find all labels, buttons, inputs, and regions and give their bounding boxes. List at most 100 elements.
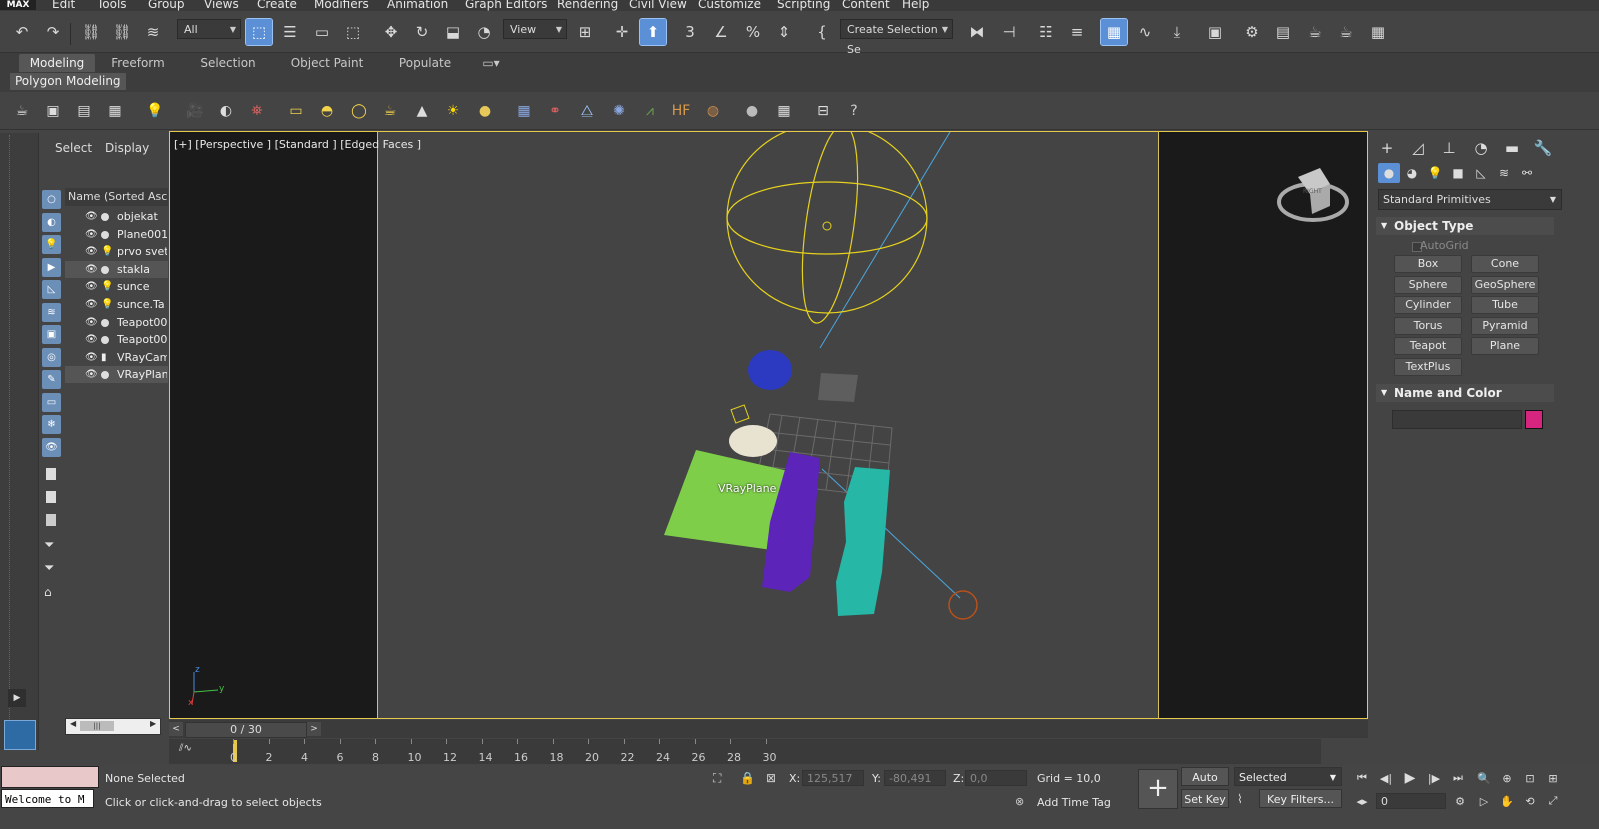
list-item[interactable]: 👁 objekat — [65, 208, 168, 225]
plane-button[interactable]: Plane — [1471, 337, 1539, 355]
viewport-layout-icon[interactable] — [4, 720, 36, 750]
lights-category-icon[interactable]: 💡 — [1424, 163, 1446, 183]
mirror-icon[interactable]: ⧓ — [964, 19, 990, 45]
set-key-big-icon[interactable]: + — [1138, 769, 1178, 809]
ribbon-options-icon[interactable]: ▭▾ — [476, 54, 506, 72]
time-tag-icon[interactable]: ⊗ — [1015, 795, 1024, 808]
tab-display[interactable]: Display — [105, 141, 149, 155]
cylinder-button[interactable]: Cylinder — [1394, 296, 1462, 314]
table-icon[interactable]: ▦ — [104, 100, 126, 122]
previous-frame-icon[interactable]: < — [169, 722, 183, 736]
list-view-icon[interactable] — [46, 514, 56, 526]
reference-coordinate-dropdown[interactable]: View ▼ — [503, 19, 567, 39]
filter-spacewarps-icon[interactable]: ≋ — [42, 303, 61, 322]
menu-views[interactable]: Views — [204, 0, 239, 11]
list-item[interactable]: 👁 stakla — [65, 261, 168, 278]
absolute-mode-icon[interactable]: ⊠ — [766, 771, 776, 785]
pivot-center-icon[interactable]: ⊞ — [572, 19, 598, 45]
material-editor-icon[interactable]: ▣ — [1202, 19, 1228, 45]
sun-icon[interactable]: ☀ — [442, 100, 464, 122]
curve-editor-mini-icon[interactable]: ⫽∿ — [179, 743, 192, 754]
maximize-viewport-icon[interactable]: ⤢ — [1543, 792, 1563, 810]
ribbon-toggle-icon[interactable]: ▦ — [1100, 18, 1128, 46]
pyramid-button[interactable]: Pyramid — [1471, 317, 1539, 335]
bind-spacewarp-icon[interactable]: ≋ — [140, 19, 166, 45]
list-item[interactable]: 👁 VRayPlan — [65, 366, 168, 383]
tab-object-paint[interactable]: Object Paint — [284, 54, 370, 72]
zoom-all-icon[interactable]: ⊕ — [1497, 769, 1517, 787]
align-icon[interactable]: ⊣ — [996, 19, 1022, 45]
cameras-category-icon[interactable]: ■ — [1447, 163, 1469, 183]
grass-icon[interactable]: ⩘ — [639, 100, 661, 122]
filter-containers-icon[interactable]: ▭ — [42, 393, 61, 412]
geometry-category-icon[interactable]: ● — [1378, 163, 1400, 183]
decal-icon[interactable]: ◍ — [702, 100, 724, 122]
list-item[interactable]: 👁 💡 prvo svet — [65, 243, 168, 260]
rectangular-selection-icon[interactable]: ▭ — [309, 19, 335, 45]
layer-explorer-icon[interactable]: ≡ — [1064, 19, 1090, 45]
teapot-button[interactable]: Teapot — [1394, 337, 1462, 355]
menu-tools[interactable]: Tools — [97, 0, 127, 11]
select-manipulate-icon[interactable]: ✛ — [609, 19, 635, 45]
time-slider[interactable]: < 0 / 30 > — [169, 720, 1368, 738]
filter-helpers-icon[interactable]: ◺ — [42, 280, 61, 299]
funnel-icon[interactable]: ⏷ — [44, 561, 54, 576]
current-frame-field[interactable]: 0 — [1376, 793, 1446, 809]
list-item[interactable]: 👁 Teapot00 — [65, 314, 168, 331]
field-of-view-icon[interactable]: ▷ — [1474, 792, 1494, 810]
sphere-light-icon[interactable]: ◯ — [348, 100, 370, 122]
auto-key-button[interactable]: Auto Key — [1181, 767, 1229, 803]
named-selection-dropdown[interactable]: Create Selection Se ▼ — [840, 19, 953, 56]
tube-button[interactable]: Tube — [1471, 296, 1539, 314]
isolate-selection-icon[interactable]: ⛶ — [713, 771, 721, 786]
zoom-extents-all-icon[interactable]: ⊞ — [1543, 769, 1563, 787]
object-category-dropdown[interactable]: Standard Primitives ▼ — [1378, 189, 1562, 210]
schematic-view-icon[interactable]: ⤓ — [1164, 19, 1190, 45]
key-filters-button[interactable]: Key Filters... — [1259, 789, 1342, 808]
horizontal-scrollbar[interactable]: ◀ ||| ▶ — [65, 718, 161, 735]
object-color-swatch[interactable] — [1525, 410, 1543, 429]
modify-tab-icon[interactable]: ◿ — [1407, 137, 1429, 159]
menu-graph-editors[interactable]: Graph Editors — [465, 0, 547, 11]
utilities-tab-icon[interactable]: 🔧 — [1532, 137, 1554, 159]
filter-lights-icon[interactable]: 💡 — [42, 235, 61, 254]
render-production-icon[interactable]: ☕ — [1302, 19, 1328, 45]
list-item[interactable]: 👁 💡 sunce — [65, 278, 168, 295]
menu-content[interactable]: Content — [842, 0, 890, 11]
render-iterative-icon[interactable]: ☕ — [1333, 19, 1359, 45]
zoom-icon[interactable]: 🔍 — [1474, 769, 1494, 787]
time-configuration-icon[interactable]: ⚙ — [1450, 792, 1470, 810]
unlink-icon[interactable]: ⛓ — [109, 19, 135, 45]
filter-bones-icon[interactable]: ✎ — [42, 370, 61, 389]
x-coordinate-field[interactable]: 125,517 — [802, 770, 864, 786]
go-to-end-icon[interactable]: ⏭ — [1448, 769, 1468, 787]
systems-category-icon[interactable]: ⚯ — [1516, 163, 1538, 183]
shapes-category-icon[interactable]: ◕ — [1401, 163, 1423, 183]
menu-create[interactable]: Create — [257, 0, 297, 11]
help-icon[interactable]: ? — [843, 100, 865, 122]
material-sphere-icon[interactable]: ● — [741, 100, 763, 122]
sphere-button[interactable]: Sphere — [1394, 276, 1462, 294]
hierarchy-tab-icon[interactable]: ⊥ — [1438, 137, 1460, 159]
next-key-icon[interactable]: |▶ — [1424, 769, 1444, 787]
percent-snap-icon[interactable]: % — [740, 19, 766, 45]
textplus-button[interactable]: TextPlus — [1394, 358, 1462, 376]
snaps-toggle-icon[interactable]: 3 — [677, 19, 703, 45]
cone-button[interactable]: Cone — [1471, 255, 1539, 273]
sphere-half-icon[interactable]: ◐ — [215, 100, 237, 122]
frame-buffer-icon[interactable]: ▦ — [773, 100, 795, 122]
menu-rendering[interactable]: Rendering — [557, 0, 618, 11]
list-item[interactable]: 👁 Plane001 — [65, 226, 168, 243]
undo-icon[interactable]: ↶ — [9, 19, 35, 45]
viewport-label[interactable]: [+] [Perspective ] [Standard ] [Edged Fa… — [174, 138, 421, 151]
link-icon[interactable]: ⛓ — [78, 19, 104, 45]
move-icon[interactable]: ✥ — [378, 19, 404, 45]
filter-groups-icon[interactable]: ▣ — [42, 325, 61, 344]
geosphere-button[interactable]: GeoSphere — [1471, 276, 1539, 294]
scale-icon[interactable]: ⬓ — [440, 19, 466, 45]
video-camera-icon[interactable]: ⛯ — [246, 100, 268, 122]
object-type-rollout[interactable]: ▼ Object Type — [1376, 217, 1554, 235]
rendered-frame-window-icon[interactable]: ▤ — [1270, 19, 1296, 45]
add-time-tag[interactable]: Add Time Tag — [1037, 796, 1111, 809]
tab-modeling[interactable]: Modeling — [19, 54, 95, 72]
